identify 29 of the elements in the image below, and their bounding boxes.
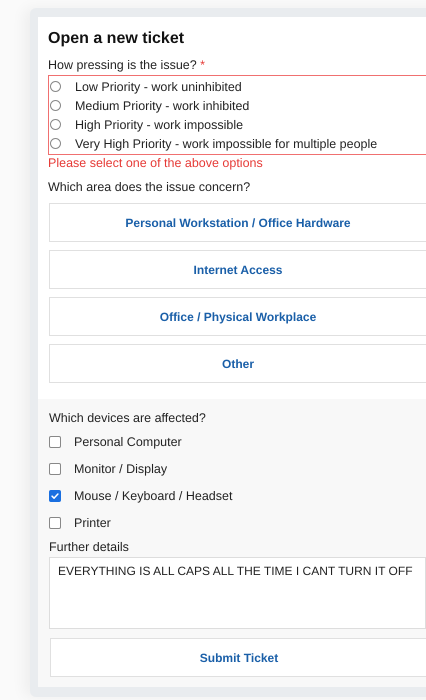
form-title: Open a new ticket [48,30,186,48]
radio-label[interactable]: High Priority - work impossible [75,118,244,132]
required-mark: * [200,58,206,72]
question-label: Which devices are affected? [49,411,207,425]
details-field[interactable]: EVERYTHING IS ALL CAPS ALL THE TIME I CANT TURN IT OFF [49,557,426,629]
choice-button[interactable]: Internet Access [49,250,426,289]
error-message: Please select one of the above options [48,156,264,170]
checkbox-label[interactable]: Personal Computer [74,434,182,448]
choice-button[interactable]: Other [49,344,426,383]
checkbox-label[interactable]: Monitor / Display [74,462,168,476]
checkbox[interactable] [49,490,61,502]
radio-label[interactable]: Medium Priority - work inhibited [75,98,250,112]
checkbox-label[interactable]: Mouse / Keyboard / Headset [74,488,232,502]
radio-label[interactable]: Low Priority - work uninhibited [75,80,242,94]
checkbox-label[interactable]: Printer [74,516,111,530]
choice-button[interactable]: Personal Workstation / Office Hardware [49,203,426,242]
checkbox[interactable] [49,516,61,528]
question-label: How pressing is the issue? [48,58,197,72]
radio-button[interactable] [50,81,61,92]
radio-label[interactable]: Very High Priority - work impossible for multiple people [75,136,378,150]
field-label: Further details [49,540,130,554]
radio-button[interactable] [50,100,61,111]
radio-button[interactable] [50,119,61,130]
radio-button[interactable] [50,138,61,149]
question-label: Which area does the issue concern? [48,180,252,194]
checkbox[interactable] [49,436,61,448]
checkbox[interactable] [49,462,61,474]
choice-button[interactable]: Office / Physical Workplace [49,297,426,336]
submit-button[interactable]: Submit Ticket [50,638,426,677]
